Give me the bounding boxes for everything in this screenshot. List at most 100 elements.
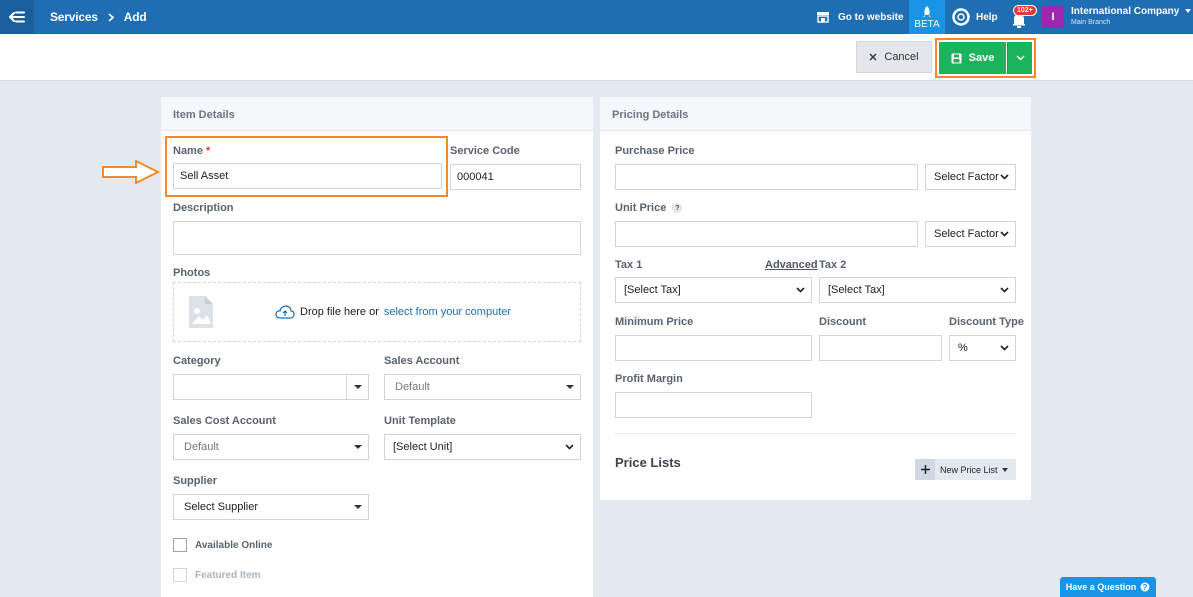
go-to-website-label: Go to website bbox=[838, 11, 904, 23]
featured-item-checkbox[interactable] bbox=[173, 568, 187, 582]
sales-account-select[interactable]: Default bbox=[384, 374, 581, 400]
name-field-highlight bbox=[165, 136, 448, 197]
service-code-label: Service Code bbox=[450, 145, 520, 157]
breadcrumb-services[interactable]: Services bbox=[50, 10, 98, 24]
cancel-label: Cancel bbox=[884, 51, 919, 63]
breadcrumb-add: Add bbox=[123, 10, 147, 24]
tax2-select[interactable]: [Select Tax] bbox=[819, 277, 1016, 303]
menu-toggle-icon[interactable] bbox=[0, 0, 34, 34]
available-online-checkbox[interactable] bbox=[173, 538, 187, 552]
chevron-down-icon bbox=[1000, 231, 1009, 237]
unit-price-label: Unit Price ? bbox=[615, 202, 683, 214]
save-highlight: Save bbox=[935, 38, 1036, 78]
profit-margin-input[interactable] bbox=[615, 392, 812, 418]
save-label: Save bbox=[968, 52, 995, 64]
sales-cost-account-select[interactable]: Default bbox=[173, 434, 369, 460]
chevron-down-icon bbox=[1016, 55, 1025, 61]
photo-dropzone[interactable]: Drop file here or select from your compu… bbox=[173, 282, 581, 342]
close-icon bbox=[869, 53, 877, 61]
help-link[interactable]: Help bbox=[952, 0, 998, 34]
top-bar: Services Add Go to website BETA Help 102… bbox=[0, 0, 1193, 34]
company-switcher[interactable]: International Company bbox=[1071, 6, 1192, 17]
tax1-label: Tax 1 bbox=[615, 259, 643, 271]
svg-text:?: ? bbox=[1143, 583, 1148, 592]
cloud-upload-icon bbox=[275, 305, 295, 319]
sales-account-label: Sales Account bbox=[384, 355, 460, 367]
supplier-label: Supplier bbox=[173, 475, 218, 487]
price-lists-title: Price Lists bbox=[615, 455, 681, 470]
unit-factor-select[interactable]: Select Factor bbox=[925, 221, 1016, 247]
chevron-down-icon bbox=[1000, 345, 1009, 351]
divider bbox=[615, 433, 1016, 434]
purchase-price-input[interactable] bbox=[615, 164, 918, 190]
tax2-label: Tax 2 bbox=[819, 259, 847, 271]
advanced-link[interactable]: Advanced bbox=[765, 259, 818, 271]
sales-cost-account-label: Sales Cost Account bbox=[173, 415, 276, 427]
discount-label: Discount bbox=[819, 316, 867, 328]
arrow-right-icon bbox=[102, 159, 161, 189]
minimum-price-input[interactable] bbox=[615, 335, 812, 361]
image-file-icon bbox=[188, 295, 214, 329]
pricing-details-title: Pricing Details bbox=[600, 97, 1031, 131]
company-avatar[interactable]: I bbox=[1042, 5, 1064, 28]
have-a-question-label: Have a Question bbox=[1065, 582, 1137, 592]
discount-type-select[interactable]: % bbox=[949, 335, 1016, 361]
save-dropdown-button[interactable] bbox=[1007, 42, 1032, 74]
supplier-select[interactable]: Select Supplier bbox=[173, 494, 369, 520]
new-price-list-button[interactable]: New Price List bbox=[915, 459, 1016, 480]
category-dropdown-toggle[interactable] bbox=[346, 375, 368, 399]
question-icon[interactable]: ? bbox=[672, 203, 683, 214]
category-input[interactable] bbox=[173, 374, 369, 400]
help-label: Help bbox=[976, 11, 998, 23]
unit-template-select[interactable]: [Select Unit] bbox=[384, 434, 581, 460]
item-details-panel: Item Details Name * Sell Asset Service C… bbox=[161, 97, 593, 597]
lifebuoy-icon bbox=[952, 8, 970, 26]
chevron-down-icon bbox=[1000, 174, 1009, 180]
drop-text: Drop file here or bbox=[300, 306, 379, 318]
available-online-label: Available Online bbox=[195, 540, 273, 551]
company-name: International Company bbox=[1071, 6, 1180, 17]
service-code-input[interactable]: 000041 bbox=[450, 164, 581, 190]
rocket-icon bbox=[922, 6, 932, 18]
photos-label: Photos bbox=[173, 267, 211, 279]
description-label: Description bbox=[173, 202, 234, 214]
caret-down-icon bbox=[354, 445, 362, 449]
description-input[interactable] bbox=[173, 221, 581, 255]
dropzone-text: Drop file here or select from your compu… bbox=[275, 305, 511, 319]
caret-down-icon bbox=[566, 385, 574, 389]
cancel-button[interactable]: Cancel bbox=[856, 41, 932, 73]
profit-margin-label: Profit Margin bbox=[615, 373, 683, 385]
caret-down-icon bbox=[354, 505, 362, 509]
have-a-question-button[interactable]: Have a Question ? bbox=[1060, 577, 1156, 597]
select-from-computer-link[interactable]: select from your computer bbox=[384, 306, 511, 318]
notification-badge: 102+ bbox=[1013, 5, 1037, 16]
discount-input[interactable] bbox=[819, 335, 942, 361]
discount-type-label: Discount Type bbox=[949, 316, 1024, 328]
purchase-factor-select[interactable]: Select Factor bbox=[925, 164, 1016, 190]
save-icon bbox=[951, 53, 962, 64]
beta-button[interactable]: BETA bbox=[909, 0, 945, 34]
unit-template-label: Unit Template bbox=[384, 415, 456, 427]
branch-name: Main Branch bbox=[1071, 19, 1111, 26]
caret-down-icon bbox=[1001, 467, 1008, 472]
unit-price-input[interactable] bbox=[615, 221, 918, 247]
breadcrumb: Services Add bbox=[50, 0, 147, 34]
featured-item-label: Featured Item bbox=[195, 570, 261, 581]
action-bar: Cancel Save bbox=[0, 34, 1193, 81]
chevron-down-icon bbox=[1000, 287, 1009, 293]
category-label: Category bbox=[173, 355, 221, 367]
tax1-select[interactable]: [Select Tax] bbox=[615, 277, 812, 303]
purchase-price-label: Purchase Price bbox=[615, 145, 695, 157]
question-circle-icon: ? bbox=[1140, 582, 1150, 592]
item-details-title: Item Details bbox=[161, 97, 593, 131]
save-button[interactable]: Save bbox=[939, 42, 1006, 74]
caret-down-icon bbox=[1185, 9, 1192, 14]
chevron-down-icon bbox=[796, 287, 805, 293]
caret-down-icon bbox=[353, 385, 362, 389]
plus-icon bbox=[915, 459, 935, 480]
go-to-website-link[interactable]: Go to website bbox=[816, 0, 904, 34]
minimum-price-label: Minimum Price bbox=[615, 316, 694, 328]
beta-label: BETA bbox=[914, 19, 940, 30]
chevron-right-icon bbox=[108, 12, 114, 22]
new-price-list-label: New Price List bbox=[940, 464, 998, 475]
